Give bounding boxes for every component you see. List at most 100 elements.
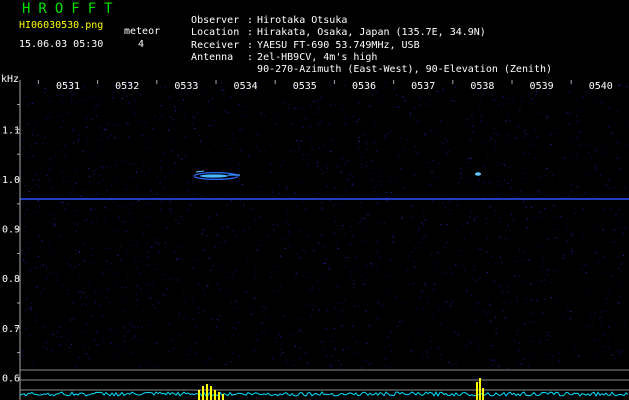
noise-dot bbox=[146, 264, 148, 265]
noise-dot bbox=[562, 257, 564, 259]
noise-dot bbox=[479, 180, 480, 182]
noise-dot bbox=[183, 289, 185, 291]
noise-dot bbox=[515, 296, 517, 298]
noise-dot bbox=[75, 103, 77, 105]
noise-dot bbox=[94, 109, 95, 111]
noise-dot bbox=[586, 173, 588, 175]
noise-dot bbox=[130, 177, 132, 178]
noise-dot bbox=[61, 336, 63, 338]
noise-dot bbox=[544, 298, 546, 300]
noise-dot bbox=[337, 241, 339, 243]
noise-dot bbox=[52, 250, 54, 252]
noise-dot bbox=[297, 145, 299, 147]
noise-dot bbox=[247, 258, 249, 260]
noise-dot bbox=[519, 249, 521, 250]
noise-dot bbox=[618, 209, 620, 211]
noise-dot bbox=[306, 303, 308, 305]
noise-dot bbox=[270, 163, 271, 165]
noise-dot bbox=[356, 121, 358, 122]
noise-dot bbox=[182, 319, 184, 321]
noise-dot bbox=[502, 96, 504, 98]
noise-dot bbox=[384, 358, 386, 360]
noise-dot bbox=[422, 237, 424, 239]
noise-dot bbox=[323, 341, 325, 343]
noise-dot bbox=[273, 337, 275, 339]
noise-dot bbox=[546, 117, 548, 119]
amplitude-trace bbox=[19, 391, 629, 398]
noise-dot bbox=[373, 124, 374, 126]
y-axis-ticks: 1.1 1.0 0.9 0.8 0.7 0.6 bbox=[2, 104, 20, 384]
noise-dot bbox=[487, 263, 489, 265]
noise-dot bbox=[247, 228, 249, 230]
noise-dot bbox=[434, 132, 436, 134]
noise-dot bbox=[340, 302, 342, 304]
noise-dot bbox=[179, 109, 181, 111]
noise-dot bbox=[140, 94, 141, 96]
noise-dot bbox=[135, 201, 137, 203]
noise-dot bbox=[28, 191, 30, 192]
noise-dot bbox=[93, 292, 95, 294]
noise-dot bbox=[552, 355, 554, 357]
noise-dot bbox=[479, 277, 481, 279]
noise-dot bbox=[124, 309, 125, 311]
noise-dot bbox=[203, 289, 205, 291]
noise-dot bbox=[419, 296, 421, 298]
noise-dot bbox=[228, 292, 230, 294]
noise-dot bbox=[390, 350, 392, 352]
noise-dot bbox=[338, 313, 340, 315]
noise-dot bbox=[187, 190, 188, 191]
noise-dot bbox=[25, 95, 27, 97]
noise-dot bbox=[384, 137, 386, 139]
noise-dot bbox=[433, 317, 435, 319]
noise-dot bbox=[125, 221, 127, 223]
noise-dot bbox=[196, 112, 198, 114]
noise-dot bbox=[100, 139, 102, 141]
noise-dot bbox=[146, 362, 147, 364]
noise-dot bbox=[99, 175, 101, 177]
noise-dot bbox=[109, 268, 111, 270]
noise-dot bbox=[567, 195, 569, 197]
noise-dot bbox=[119, 317, 121, 319]
noise-dot bbox=[57, 279, 59, 281]
noise-dot bbox=[194, 343, 196, 344]
noise-dot bbox=[25, 328, 27, 330]
noise-dot bbox=[440, 354, 442, 356]
noise-dot bbox=[333, 328, 335, 330]
noise-dot bbox=[154, 115, 156, 117]
noise-dot bbox=[160, 166, 162, 168]
noise-dot bbox=[285, 187, 287, 189]
noise-dot bbox=[452, 300, 454, 302]
noise-dot bbox=[305, 351, 307, 353]
noise-dot bbox=[79, 357, 80, 359]
noise-dot bbox=[311, 187, 313, 189]
noise-dot bbox=[286, 210, 288, 212]
noise-dot bbox=[428, 184, 430, 186]
noise-dot bbox=[527, 95, 529, 97]
noise-dot bbox=[95, 115, 97, 117]
noise-dot bbox=[556, 216, 558, 218]
noise-dot bbox=[329, 364, 331, 366]
noise-dot bbox=[570, 311, 572, 312]
noise-dot bbox=[125, 231, 127, 233]
noise-dot bbox=[507, 285, 509, 287]
noise-dot bbox=[341, 310, 343, 312]
noise-dot bbox=[545, 197, 547, 199]
noise-dot bbox=[553, 270, 555, 272]
noise-dot bbox=[322, 349, 324, 351]
noise-dot bbox=[164, 242, 166, 244]
noise-dot bbox=[159, 117, 161, 119]
noise-dot bbox=[531, 98, 533, 100]
noise-dot bbox=[511, 179, 513, 181]
noise-dot bbox=[319, 309, 321, 311]
noise-dot bbox=[59, 327, 61, 328]
noise-dot bbox=[576, 137, 577, 139]
noise-dot bbox=[457, 200, 459, 202]
noise-dot bbox=[577, 120, 579, 122]
noise-dot bbox=[48, 100, 50, 102]
noise-dot bbox=[223, 89, 224, 91]
noise-dot bbox=[623, 255, 625, 256]
noise-dot bbox=[445, 138, 447, 140]
noise-dot bbox=[276, 224, 278, 226]
noise-dot bbox=[54, 218, 56, 220]
noise-dot bbox=[418, 227, 420, 229]
